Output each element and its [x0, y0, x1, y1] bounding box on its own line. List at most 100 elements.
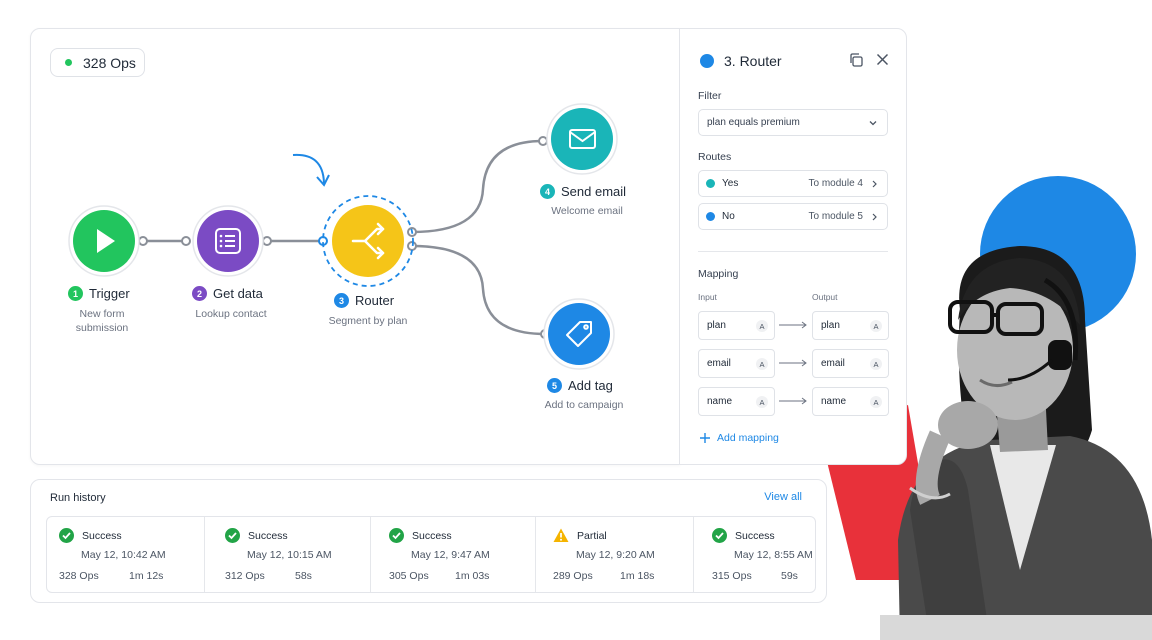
run-ops: 328 Ops — [59, 570, 99, 582]
check-circle-icon — [389, 528, 404, 543]
run-history-card: Run history View all Success May 12, 10:… — [30, 479, 827, 603]
node-router[interactable] — [322, 195, 414, 287]
section-divider — [698, 251, 888, 252]
mapping-input-field[interactable]: plan A — [698, 311, 775, 340]
field-name: name — [707, 396, 733, 407]
run-status-label: Success — [82, 529, 122, 542]
check-circle-icon — [59, 528, 74, 543]
run-duration: 1m 03s — [455, 570, 490, 582]
type-badge: A — [756, 358, 768, 370]
run-history-title: Run history — [50, 492, 106, 504]
person-with-headset-illustration — [880, 246, 1152, 640]
route-row-no[interactable]: No To module 5 — [698, 203, 888, 230]
route-destination: To module 5 — [808, 211, 863, 222]
warning-icon — [553, 528, 569, 542]
run-history-item[interactable]: Success May 12, 9:47 AM 305 Ops 1m 03s — [371, 517, 536, 592]
subtitle-line: submission — [75, 322, 129, 334]
run-status-label: Partial — [577, 529, 607, 542]
check-circle-icon — [712, 528, 727, 543]
step-number-badge: 4 — [540, 184, 555, 199]
run-duration: 59s — [781, 570, 798, 582]
field-name: email — [707, 358, 731, 369]
type-badge: A — [756, 320, 768, 332]
type-badge: A — [870, 396, 882, 408]
node-add-tag-subtitle: Add to campaign — [544, 399, 624, 411]
node-send-email[interactable] — [546, 103, 618, 175]
route-color-dot — [706, 179, 715, 188]
check-circle-icon — [225, 528, 240, 543]
run-history-list: Success May 12, 10:42 AM 328 Ops 1m 12s … — [46, 516, 816, 593]
filter-label: Filter — [698, 90, 722, 102]
node-router-title: 3 Router — [334, 293, 394, 308]
node-send-email-subtitle: Welcome email — [551, 205, 623, 217]
filter-select[interactable]: plan equals premium — [698, 109, 888, 136]
output-column-label: Output — [812, 292, 838, 302]
routes-label: Routes — [698, 151, 732, 163]
node-router-subtitle: Segment by plan — [328, 315, 408, 327]
mapping-output-field[interactable]: email A — [812, 349, 889, 378]
node-title: Send email — [561, 184, 627, 199]
mapping-input-field[interactable]: email A — [698, 349, 775, 378]
run-history-item[interactable]: Partial May 12, 9:20 AM 289 Ops 1m 18s — [536, 517, 694, 592]
run-status: Partial — [553, 528, 607, 543]
view-all-link[interactable]: View all — [764, 491, 802, 503]
run-timestamp: May 12, 9:20 AM — [576, 549, 655, 561]
node-title: Trigger — [89, 286, 130, 301]
run-history-item[interactable]: Success May 12, 10:42 AM 328 Ops 1m 12s — [47, 517, 205, 592]
field-name: email — [821, 358, 845, 369]
run-status-label: Success — [412, 529, 452, 542]
field-name: plan — [707, 320, 726, 331]
route-color-dot — [706, 212, 715, 221]
run-history-item[interactable]: Success May 12, 8:55 AM 315 Ops 59s — [694, 517, 815, 592]
chevron-right-icon — [872, 180, 877, 188]
run-duration: 58s — [295, 570, 312, 582]
run-timestamp: May 12, 8:55 AM — [734, 549, 813, 561]
mapping-input-field[interactable]: name A — [698, 387, 775, 416]
mapping-output-field[interactable]: plan A — [812, 311, 889, 340]
run-history-item[interactable]: Success May 12, 10:15 AM 312 Ops 58s — [205, 517, 371, 592]
run-timestamp: May 12, 10:15 AM — [247, 549, 332, 561]
run-status: Success — [389, 528, 452, 543]
type-badge: A — [870, 320, 882, 332]
node-trigger[interactable] — [68, 205, 140, 277]
field-name: name — [821, 396, 847, 407]
mapping-label: Mapping — [698, 268, 739, 280]
node-send-email-title: 4 Send email — [540, 184, 626, 199]
node-title: Get data — [213, 286, 263, 301]
route-label: No — [722, 211, 735, 222]
run-status-label: Success — [735, 529, 775, 542]
step-number-badge: 5 — [547, 378, 562, 393]
node-get-data[interactable] — [192, 205, 264, 277]
module-color-dot — [700, 54, 714, 68]
run-ops: 289 Ops — [553, 570, 593, 582]
node-trigger-title: 1 Trigger — [68, 286, 130, 301]
plus-icon — [700, 433, 710, 443]
input-column-label: Input — [698, 292, 717, 302]
run-status: Success — [59, 528, 122, 543]
run-duration: 1m 18s — [620, 570, 655, 582]
step-number-badge: 1 — [68, 286, 83, 301]
mapping-output-field[interactable]: name A — [812, 387, 889, 416]
node-add-tag-title: 5 Add tag — [547, 378, 613, 393]
panel-header: 3. Router — [700, 53, 782, 69]
node-add-tag[interactable] — [543, 298, 615, 370]
close-icon[interactable] — [876, 53, 889, 66]
filter-value: plan equals premium — [707, 117, 800, 128]
route-label: Yes — [722, 178, 739, 189]
copy-icon[interactable] — [849, 53, 863, 67]
arrow-right-icon — [779, 321, 807, 329]
run-ops: 315 Ops — [712, 570, 752, 582]
route-destination: To module 4 — [808, 178, 863, 189]
scenario-canvas[interactable]: 328 Ops 1 Trigger New form submission 2 … — [30, 28, 680, 465]
type-badge: A — [756, 396, 768, 408]
field-name: plan — [821, 320, 840, 331]
run-status-label: Success — [248, 529, 288, 542]
node-trigger-subtitle: New form submission — [62, 307, 142, 335]
run-timestamp: May 12, 9:47 AM — [411, 549, 490, 561]
node-title: Add tag — [568, 378, 613, 393]
chevron-right-icon — [872, 213, 877, 221]
run-ops: 312 Ops — [225, 570, 265, 582]
run-status: Success — [225, 528, 288, 543]
route-row-yes[interactable]: Yes To module 4 — [698, 170, 888, 197]
add-mapping-button[interactable]: Add mapping — [700, 432, 779, 444]
